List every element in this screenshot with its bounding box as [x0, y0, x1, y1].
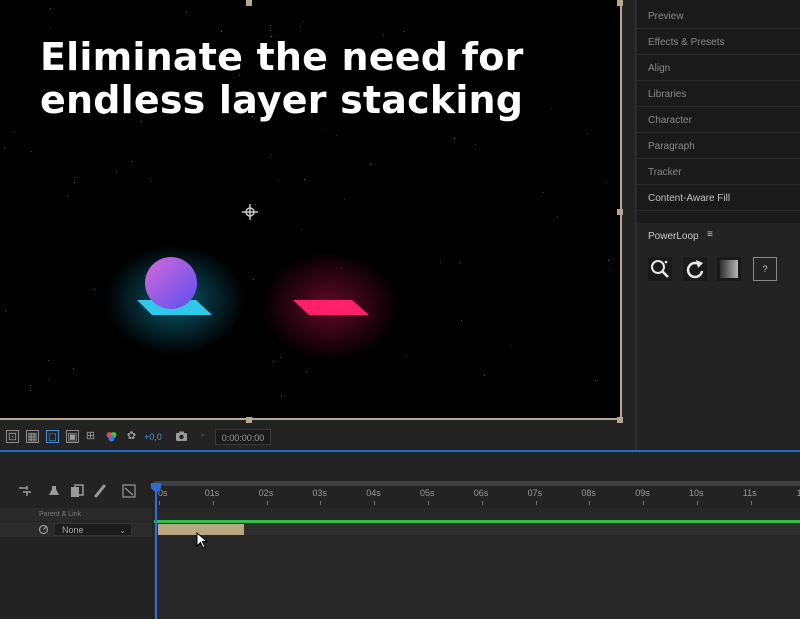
tick-label: 05s — [420, 488, 435, 498]
transform-handle-top-right[interactable] — [617, 0, 623, 6]
help-icon[interactable]: ? — [753, 257, 777, 281]
transform-handle-right[interactable] — [617, 209, 623, 215]
tick-mark — [320, 501, 322, 505]
tick-mark — [697, 501, 698, 505]
tick-label: 07s — [527, 488, 543, 498]
tick-mark — [266, 501, 268, 505]
tick-mark — [428, 501, 429, 505]
layer-track[interactable] — [154, 522, 800, 535]
parent-dropdown[interactable]: None ⌄ — [54, 523, 132, 536]
panel-paragraph[interactable]: Paragraph — [637, 134, 800, 159]
work-area-bar[interactable] — [154, 481, 800, 486]
right-panel-stack: Preview Effects & Presets Align Librarie… — [635, 0, 800, 450]
parent-link-header: Parent & Link — [39, 511, 82, 518]
tick-label: 08s — [581, 488, 596, 498]
exposure-value[interactable]: +0,0 — [144, 429, 162, 445]
gradient-icon[interactable] — [717, 257, 741, 281]
panel-effects-presets[interactable]: Effects & Presets — [637, 30, 800, 55]
transform-handle-bottom[interactable] — [246, 417, 252, 423]
powerloop-title[interactable]: PowerLoop — [648, 227, 699, 247]
grid-guides-icon[interactable]: ⊞ — [84, 430, 97, 443]
tick-label: 03s — [312, 488, 327, 498]
gradient-sphere — [145, 257, 197, 309]
mouse-pointer-icon — [196, 532, 209, 549]
tick-mark — [159, 501, 160, 505]
panel-content-aware-fill[interactable]: Content-Aware Fill — [637, 186, 800, 211]
layer-row[interactable]: None ⌄ — [0, 522, 152, 537]
graph-editor-icon[interactable] — [93, 484, 107, 498]
panel-align[interactable]: Align — [637, 56, 800, 81]
color-channels-icon[interactable] — [105, 430, 118, 443]
pick-whip-icon[interactable] — [38, 524, 49, 535]
tick-mark — [212, 501, 214, 505]
panel-tracker[interactable]: Tracker — [637, 160, 800, 185]
current-time-display[interactable]: 0:00:00:00 — [215, 429, 271, 445]
playhead-handle[interactable] — [151, 483, 161, 493]
composition-viewer: Eliminate the need for endless layer sta… — [0, 0, 635, 450]
panel-libraries[interactable]: Libraries — [637, 82, 800, 107]
tick-mark — [643, 501, 645, 505]
tick-label: 11s — [742, 488, 757, 498]
tick-mark — [535, 501, 537, 505]
viewer-toolbar: ⊡ ▦ ◻ ▣ ⊞ ✿ +0,0 ◔ 0:00:00:00 — [0, 426, 635, 448]
tick-label: 02s — [258, 488, 274, 498]
layer-controls: Parent & Link None ⌄ — [0, 452, 152, 619]
playhead-line[interactable] — [155, 488, 157, 619]
composition-canvas[interactable]: Eliminate the need for endless layer sta… — [0, 0, 622, 420]
magnify-icon[interactable] — [648, 257, 672, 281]
parent-value: None — [62, 525, 84, 535]
transform-handle-bottom-right[interactable] — [617, 417, 623, 423]
solo-icon[interactable] — [122, 484, 136, 498]
time-ruler[interactable]: 0s 01s 02s 03s 04s 05s 06s 07s 08s 09s 10s 11s 1 — [154, 488, 800, 506]
tick-mark — [750, 501, 752, 505]
panel-character[interactable]: Character — [637, 108, 800, 133]
tick-label: 01s — [204, 488, 220, 498]
tick-label: 10s — [689, 488, 704, 498]
region-of-interest-icon[interactable]: ▣ — [66, 430, 79, 443]
column-header-row: Parent & Link — [0, 508, 152, 521]
headline-line-2: endless layer stacking — [40, 78, 524, 122]
tick-mark — [589, 501, 591, 505]
tick-mark — [481, 501, 483, 505]
panel-menu-icon[interactable]: ≡ — [707, 229, 713, 240]
powerloop-panel: PowerLoop ≡ ? — [637, 223, 800, 450]
shy-layers-icon[interactable] — [18, 484, 32, 498]
tick-label: 04s — [366, 488, 381, 498]
tick-label: 1 — [796, 488, 800, 498]
show-snapshot-icon[interactable]: ◔ — [195, 430, 208, 443]
snapshot-region-icon[interactable]: ⊡ — [6, 430, 19, 443]
loop-arrow-icon[interactable] — [683, 257, 707, 281]
transform-handle-top[interactable] — [246, 0, 252, 6]
layer-duration-bar[interactable] — [154, 520, 800, 523]
mask-path-icon[interactable]: ◻ — [46, 430, 59, 443]
panel-preview[interactable]: Preview — [637, 4, 800, 29]
transparency-grid-icon[interactable]: ▦ — [26, 430, 39, 443]
timeline-panel: Parent & Link None ⌄ 0s 01s 02s 03s 04s 05s 06… — [0, 450, 800, 619]
frame-blending-icon[interactable] — [70, 484, 84, 498]
tick-label: 06s — [473, 488, 489, 498]
tick-mark — [374, 501, 376, 505]
chevron-down-icon: ⌄ — [119, 526, 126, 535]
headline-line-1: Eliminate the need for — [40, 35, 524, 79]
exposure-reset-icon[interactable]: ✿ — [125, 430, 138, 443]
camera-snapshot-icon[interactable] — [175, 430, 188, 443]
tick-label: 09s — [635, 488, 650, 498]
anchor-point-icon[interactable] — [241, 203, 259, 221]
motion-blur-icon[interactable] — [47, 484, 61, 498]
headline: Eliminate the need for endless layer sta… — [40, 36, 524, 122]
